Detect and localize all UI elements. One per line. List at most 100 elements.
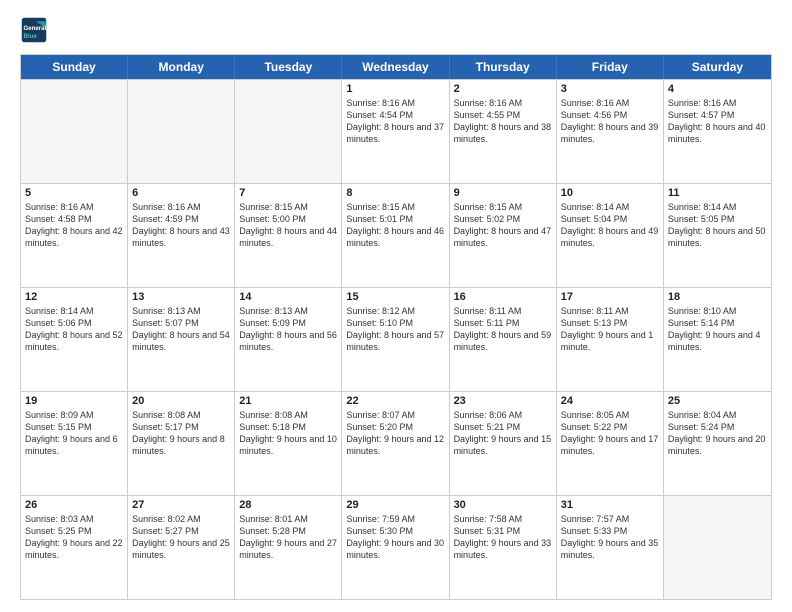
svg-text:Blue: Blue	[24, 33, 38, 40]
day-info: Sunrise: 8:14 AM Sunset: 5:04 PM Dayligh…	[561, 201, 659, 250]
cal-cell	[664, 496, 771, 599]
logo-icon: General Blue	[20, 16, 48, 44]
day-number: 2	[454, 83, 552, 95]
day-info: Sunrise: 8:14 AM Sunset: 5:06 PM Dayligh…	[25, 305, 123, 354]
day-info: Sunrise: 8:10 AM Sunset: 5:14 PM Dayligh…	[668, 305, 767, 354]
day-number: 8	[346, 187, 444, 199]
cal-cell: 18 Sunrise: 8:10 AM Sunset: 5:14 PM Dayli…	[664, 288, 771, 391]
day-info: Sunrise: 8:16 AM Sunset: 4:58 PM Dayligh…	[25, 201, 123, 250]
day-number: 30	[454, 499, 552, 511]
day-info: Sunrise: 8:11 AM Sunset: 5:13 PM Dayligh…	[561, 305, 659, 354]
day-number: 21	[239, 395, 337, 407]
day-number: 26	[25, 499, 123, 511]
day-number: 11	[668, 187, 767, 199]
cal-cell	[21, 80, 128, 183]
day-info: Sunrise: 8:02 AM Sunset: 5:27 PM Dayligh…	[132, 513, 230, 562]
cal-cell: 24Sunrise: 8:05 AM Sunset: 5:22 PM Dayli…	[557, 392, 664, 495]
day-number: 13	[132, 291, 230, 303]
logo: General Blue	[20, 16, 52, 44]
day-info: Sunrise: 7:57 AM Sunset: 5:33 PM Dayligh…	[561, 513, 659, 562]
cal-cell: 5 Sunrise: 8:16 AM Sunset: 4:58 PM Daylig…	[21, 184, 128, 287]
day-number: 16	[454, 291, 552, 303]
cal-cell: 29 Sunrise: 7:59 AM Sunset: 5:30 PM Dayli…	[342, 496, 449, 599]
day-info: Sunrise: 8:15 AM Sunset: 5:00 PM Dayligh…	[239, 201, 337, 250]
cal-cell	[128, 80, 235, 183]
cal-cell: 23Sunrise: 8:06 AM Sunset: 5:21 PM Dayli…	[450, 392, 557, 495]
day-info: Sunrise: 8:08 AM Sunset: 5:18 PM Dayligh…	[239, 409, 337, 458]
cal-week-row: 1 Sunrise: 8:16 AM Sunset: 4:54 PM Daylig…	[21, 79, 771, 183]
day-number: 4	[668, 83, 767, 95]
day-info: Sunrise: 7:59 AM Sunset: 5:30 PM Dayligh…	[346, 513, 444, 562]
day-number: 24	[561, 395, 659, 407]
cal-cell: 31 Sunrise: 7:57 AM Sunset: 5:33 PM Dayli…	[557, 496, 664, 599]
day-info: Sunrise: 8:09 AM Sunset: 5:15 PM Dayligh…	[25, 409, 123, 458]
cal-cell: 25 Sunrise: 8:04 AM Sunset: 5:24 PM Dayli…	[664, 392, 771, 495]
cal-week-row: 12 Sunrise: 8:14 AM Sunset: 5:06 PM Dayli…	[21, 287, 771, 391]
cal-cell: 1 Sunrise: 8:16 AM Sunset: 4:54 PM Daylig…	[342, 80, 449, 183]
day-number: 7	[239, 187, 337, 199]
day-info: Sunrise: 8:13 AM Sunset: 5:07 PM Dayligh…	[132, 305, 230, 354]
cal-week-row: 5 Sunrise: 8:16 AM Sunset: 4:58 PM Daylig…	[21, 183, 771, 287]
cal-cell: 6 Sunrise: 8:16 AM Sunset: 4:59 PM Daylig…	[128, 184, 235, 287]
day-info: Sunrise: 8:04 AM Sunset: 5:24 PM Dayligh…	[668, 409, 767, 458]
cal-cell: 4 Sunrise: 8:16 AM Sunset: 4:57 PM Daylig…	[664, 80, 771, 183]
cal-cell: 10 Sunrise: 8:14 AM Sunset: 5:04 PM Dayli…	[557, 184, 664, 287]
cal-cell: 28 Sunrise: 8:01 AM Sunset: 5:28 PM Dayli…	[235, 496, 342, 599]
day-info: Sunrise: 8:16 AM Sunset: 4:56 PM Dayligh…	[561, 97, 659, 146]
cal-cell: 26Sunrise: 8:03 AM Sunset: 5:25 PM Dayli…	[21, 496, 128, 599]
day-info: Sunrise: 7:58 AM Sunset: 5:31 PM Dayligh…	[454, 513, 552, 562]
cal-cell: 30 Sunrise: 7:58 AM Sunset: 5:31 PM Dayli…	[450, 496, 557, 599]
svg-text:General: General	[24, 25, 47, 32]
cal-cell: 15Sunrise: 8:12 AM Sunset: 5:10 PM Dayli…	[342, 288, 449, 391]
cal-header-day: Thursday	[450, 55, 557, 79]
day-number: 5	[25, 187, 123, 199]
day-number: 14	[239, 291, 337, 303]
day-number: 10	[561, 187, 659, 199]
cal-cell: 21 Sunrise: 8:08 AM Sunset: 5:18 PM Dayli…	[235, 392, 342, 495]
day-number: 31	[561, 499, 659, 511]
cal-header-day: Friday	[557, 55, 664, 79]
calendar: SundayMondayTuesdayWednesdayThursdayFrid…	[20, 54, 772, 600]
cal-cell: 12 Sunrise: 8:14 AM Sunset: 5:06 PM Dayli…	[21, 288, 128, 391]
cal-cell: 7 Sunrise: 8:15 AM Sunset: 5:00 PM Daylig…	[235, 184, 342, 287]
day-number: 12	[25, 291, 123, 303]
day-number: 22	[346, 395, 444, 407]
day-info: Sunrise: 8:16 AM Sunset: 4:57 PM Dayligh…	[668, 97, 767, 146]
day-info: Sunrise: 8:16 AM Sunset: 4:59 PM Dayligh…	[132, 201, 230, 250]
day-number: 1	[346, 83, 444, 95]
day-info: Sunrise: 8:16 AM Sunset: 4:54 PM Dayligh…	[346, 97, 444, 146]
day-info: Sunrise: 8:01 AM Sunset: 5:28 PM Dayligh…	[239, 513, 337, 562]
day-number: 17	[561, 291, 659, 303]
header: General Blue	[20, 16, 772, 44]
day-number: 19	[25, 395, 123, 407]
day-info: Sunrise: 8:12 AM Sunset: 5:10 PM Dayligh…	[346, 305, 444, 354]
cal-cell: 13 Sunrise: 8:13 AM Sunset: 5:07 PM Dayli…	[128, 288, 235, 391]
cal-cell: 17 Sunrise: 8:11 AM Sunset: 5:13 PM Dayli…	[557, 288, 664, 391]
day-number: 20	[132, 395, 230, 407]
cal-cell: 3Sunrise: 8:16 AM Sunset: 4:56 PM Daylig…	[557, 80, 664, 183]
cal-cell: 14 Sunrise: 8:13 AM Sunset: 5:09 PM Dayli…	[235, 288, 342, 391]
day-number: 18	[668, 291, 767, 303]
day-number: 28	[239, 499, 337, 511]
cal-week-row: 19 Sunrise: 8:09 AM Sunset: 5:15 PM Dayli…	[21, 391, 771, 495]
cal-cell: 22 Sunrise: 8:07 AM Sunset: 5:20 PM Dayli…	[342, 392, 449, 495]
cal-cell	[235, 80, 342, 183]
calendar-header: SundayMondayTuesdayWednesdayThursdayFrid…	[21, 55, 771, 79]
day-info: Sunrise: 8:08 AM Sunset: 5:17 PM Dayligh…	[132, 409, 230, 458]
day-number: 27	[132, 499, 230, 511]
cal-cell: 9Sunrise: 8:15 AM Sunset: 5:02 PM Daylig…	[450, 184, 557, 287]
day-number: 29	[346, 499, 444, 511]
day-info: Sunrise: 8:07 AM Sunset: 5:20 PM Dayligh…	[346, 409, 444, 458]
day-info: Sunrise: 8:15 AM Sunset: 5:01 PM Dayligh…	[346, 201, 444, 250]
day-number: 25	[668, 395, 767, 407]
day-info: Sunrise: 8:13 AM Sunset: 5:09 PM Dayligh…	[239, 305, 337, 354]
cal-header-day: Wednesday	[342, 55, 449, 79]
page: General Blue SundayMondayTuesdayWednesda…	[0, 0, 792, 612]
day-info: Sunrise: 8:16 AM Sunset: 4:55 PM Dayligh…	[454, 97, 552, 146]
cal-cell: 19 Sunrise: 8:09 AM Sunset: 5:15 PM Dayli…	[21, 392, 128, 495]
cal-cell: 8 Sunrise: 8:15 AM Sunset: 5:01 PM Daylig…	[342, 184, 449, 287]
cal-header-day: Sunday	[21, 55, 128, 79]
day-info: Sunrise: 8:14 AM Sunset: 5:05 PM Dayligh…	[668, 201, 767, 250]
cal-cell: 16Sunrise: 8:11 AM Sunset: 5:11 PM Dayli…	[450, 288, 557, 391]
day-number: 6	[132, 187, 230, 199]
